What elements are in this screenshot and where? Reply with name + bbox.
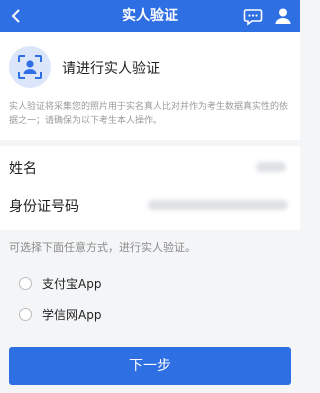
intro-title: 请进行实人验证 bbox=[62, 61, 160, 77]
intro-description: 实人验证将采集您的照片用于实名真人比对并作为考生数据真实性的依据之一；请确保为以… bbox=[9, 102, 289, 126]
top-navbar: 实人验证 bbox=[0, 0, 300, 32]
option-label: 支付宝App bbox=[42, 277, 102, 291]
candidate-info-form: 姓名 身份证号码 bbox=[0, 146, 300, 230]
chat-button[interactable] bbox=[243, 6, 263, 26]
face-id-icon bbox=[9, 46, 51, 88]
name-label: 姓名 bbox=[9, 161, 37, 177]
chat-bubble-icon bbox=[243, 9, 263, 26]
user-icon bbox=[275, 8, 291, 24]
id-row: 身份证号码 bbox=[0, 188, 300, 224]
intro-card: 请进行实人验证 实人验证将采集您的照片用于实名真人比对并作为考生数据真实性的依据… bbox=[0, 32, 300, 140]
id-number-value-blurred bbox=[148, 200, 288, 210]
radio-button[interactable] bbox=[19, 277, 32, 290]
option-alipay[interactable]: 支付宝App bbox=[0, 271, 300, 297]
id-number-label: 身份证号码 bbox=[9, 199, 79, 215]
name-row: 姓名 bbox=[0, 150, 300, 186]
option-chsi[interactable]: 学信网App bbox=[0, 302, 300, 328]
method-hint: 可选择下面任意方式，进行实人验证。 bbox=[9, 241, 196, 254]
next-step-button[interactable]: 下一步 bbox=[9, 347, 291, 385]
radio-button[interactable] bbox=[19, 308, 32, 321]
name-value-blurred bbox=[256, 162, 286, 172]
user-button[interactable] bbox=[273, 6, 293, 26]
option-label: 学信网App bbox=[42, 308, 102, 322]
